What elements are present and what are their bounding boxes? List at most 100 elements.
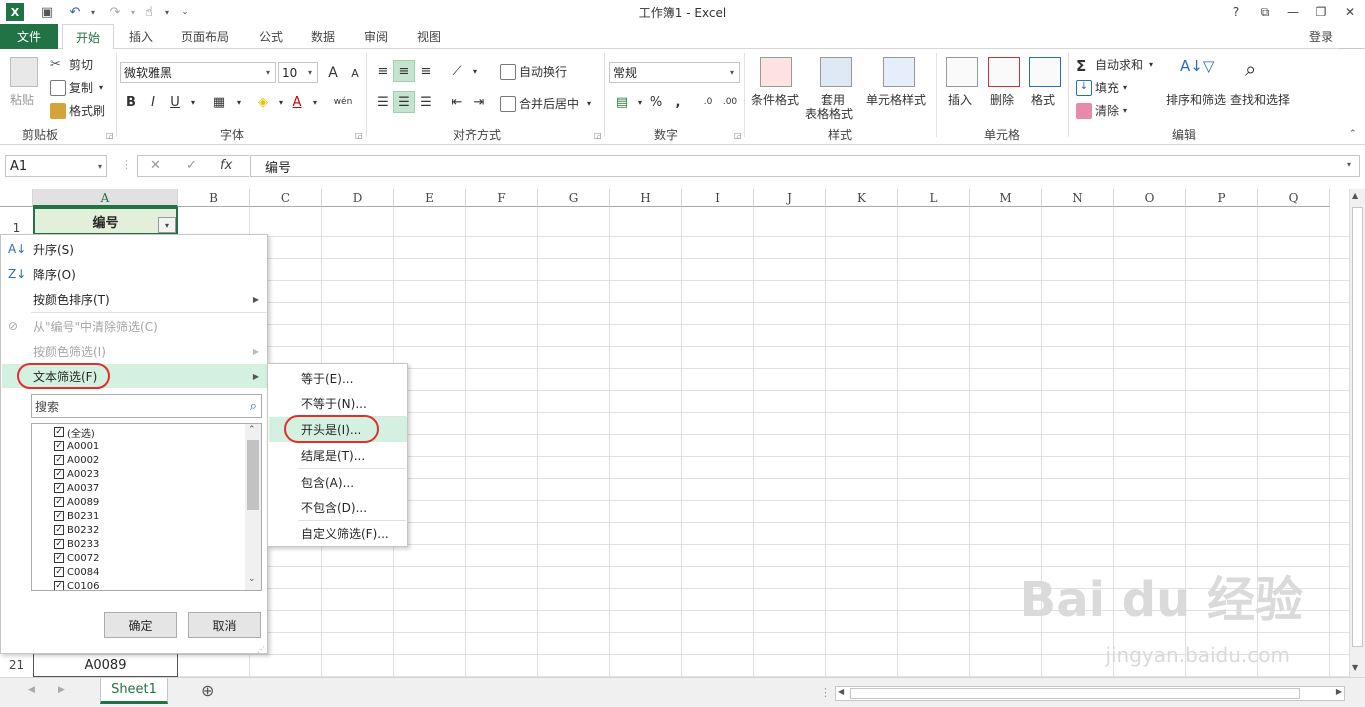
cell-styles-icon[interactable] — [883, 57, 915, 87]
prev-sheet-icon[interactable]: ◀ — [28, 685, 35, 695]
save-icon[interactable]: ▣ — [38, 3, 56, 21]
column-header-g[interactable]: G — [538, 189, 610, 207]
checkbox-checked-icon[interactable]: ✓ — [54, 553, 64, 563]
column-header-n[interactable]: N — [1042, 189, 1114, 207]
delete-cells-icon[interactable] — [988, 57, 1020, 87]
font-color-dropdown-icon[interactable]: ▾ — [304, 91, 326, 113]
cell-a21[interactable]: A0089 — [33, 653, 178, 677]
align-middle-icon[interactable]: ≡ — [393, 60, 415, 82]
column-header-q[interactable]: Q — [1258, 189, 1330, 207]
checkbox-checked-icon[interactable]: ✓ — [54, 427, 64, 437]
tab-data[interactable]: 数据 — [300, 24, 346, 49]
tab-home[interactable]: 开始 — [62, 24, 114, 50]
sort-descending-item[interactable]: Z↓ 降序(O) — [2, 262, 267, 286]
align-bottom-icon[interactable]: ≡ — [415, 60, 437, 82]
tab-formulas[interactable]: 公式 — [248, 24, 294, 49]
sheet-tab-sheet1[interactable]: Sheet1 — [100, 678, 168, 704]
cancel-entry-icon[interactable]: ✕ — [150, 158, 161, 173]
list-scrollbar[interactable]: ⌃ ⌄ — [245, 424, 261, 590]
select-all-corner[interactable] — [0, 189, 33, 207]
cell-a1[interactable]: 编号 — [33, 207, 178, 235]
restore-button[interactable]: ❐ — [1307, 2, 1335, 22]
undo-icon[interactable]: ↶ — [66, 3, 84, 21]
more-options-icon[interactable]: ⋮ — [121, 158, 132, 171]
filter-list-item[interactable]: ✓ A0089 — [54, 495, 99, 509]
align-right-icon[interactable]: ☰ — [415, 91, 437, 113]
cell-styles-button[interactable]: 单元格样式 — [866, 91, 926, 108]
contains-item[interactable]: 包含(A)... — [269, 470, 407, 495]
undo-dropdown-icon[interactable]: ▾ — [84, 3, 102, 21]
filter-list-item[interactable]: ✓ C0084 — [54, 565, 99, 579]
percent-button[interactable]: % — [645, 91, 667, 113]
scroll-left-icon[interactable]: ◀ — [838, 687, 844, 696]
column-header-c[interactable]: C — [250, 189, 322, 207]
insert-cells-button[interactable]: 插入 — [948, 91, 972, 108]
find-select-button[interactable]: 查找和选择 — [1230, 91, 1290, 108]
ok-button[interactable]: 确定 — [104, 612, 177, 638]
column-header-f[interactable]: F — [466, 189, 538, 207]
ribbon-display-button[interactable]: ⧉ — [1251, 2, 1279, 22]
clipboard-launcher-icon[interactable]: ◲ — [106, 131, 114, 140]
filter-by-color-item[interactable]: 按颜色筛选(I) ▶ — [2, 339, 267, 363]
wrap-text-button[interactable]: 自动换行 — [500, 63, 567, 80]
filter-list-item[interactable]: ✓ B0231 — [54, 509, 99, 523]
clear-filter-item[interactable]: ⊘ 从"编号"中清除筛选(C) — [2, 314, 267, 338]
filter-list-item[interactable]: ✓ B0233 — [54, 537, 99, 551]
checkbox-checked-icon[interactable]: ✓ — [54, 441, 64, 451]
merge-center-button[interactable]: 合并后居中 ▾ — [500, 95, 591, 112]
tab-file[interactable]: 文件 — [0, 24, 58, 49]
underline-dropdown-icon[interactable]: ▾ — [182, 91, 204, 113]
phonetic-button[interactable]: wén — [330, 91, 356, 113]
column-header-d[interactable]: D — [322, 189, 394, 207]
expand-formula-icon[interactable]: ▾ — [1347, 160, 1351, 169]
column-header-b[interactable]: B — [178, 189, 250, 207]
sort-ascending-item[interactable]: A↓ 升序(S) — [2, 237, 267, 261]
checkbox-checked-icon[interactable]: ✓ — [54, 539, 64, 549]
checkbox-checked-icon[interactable]: ✓ — [54, 511, 64, 521]
format-as-table-icon[interactable] — [820, 57, 852, 87]
format-cells-icon[interactable] — [1029, 57, 1061, 87]
paste-icon[interactable] — [10, 57, 38, 87]
tab-review[interactable]: 审阅 — [353, 24, 399, 49]
help-button[interactable]: ? — [1222, 2, 1250, 22]
checkbox-checked-icon[interactable]: ✓ — [54, 581, 64, 590]
increase-decimal-icon[interactable]: .0 — [697, 91, 719, 113]
column-header-h[interactable]: H — [610, 189, 682, 207]
font-launcher-icon[interactable]: ◲ — [355, 131, 363, 140]
list-scroll-thumb[interactable] — [247, 440, 259, 510]
cut-button[interactable]: ✂ 剪切 — [50, 56, 93, 73]
touch-mode-icon[interactable]: ☝ — [140, 3, 158, 21]
filter-list-item[interactable]: ✓ (全选) — [54, 425, 95, 440]
checkbox-checked-icon[interactable]: ✓ — [54, 455, 64, 465]
column-header-i[interactable]: I — [682, 189, 754, 207]
row-header-21[interactable]: 21 — [0, 658, 33, 672]
sort-filter-button[interactable]: 排序和筛选 — [1166, 91, 1226, 108]
scroll-up-icon[interactable]: ▲ — [1352, 191, 1358, 200]
alignment-launcher-icon[interactable]: ◲ — [594, 131, 602, 140]
delete-cells-button[interactable]: 删除 — [990, 91, 1014, 108]
decrease-decimal-icon[interactable]: .00 — [719, 91, 741, 113]
filter-list-item[interactable]: ✓ C0106 — [54, 579, 99, 590]
conditional-format-button[interactable]: 条件格式 — [751, 91, 799, 108]
align-center-icon[interactable]: ☰ — [393, 91, 415, 113]
grow-font-button[interactable]: A — [322, 62, 344, 84]
borders-dropdown-icon[interactable]: ▾ — [228, 91, 250, 113]
not-equals-item[interactable]: 不等于(N)... — [269, 391, 407, 416]
insert-function-icon[interactable]: fx — [220, 158, 232, 173]
next-sheet-icon[interactable]: ▶ — [58, 685, 65, 695]
borders-icon[interactable]: ▦ — [208, 91, 230, 113]
horizontal-scrollbar[interactable]: ◀ ▶ — [835, 686, 1345, 701]
checkbox-checked-icon[interactable]: ✓ — [54, 525, 64, 535]
number-launcher-icon[interactable]: ◲ — [734, 131, 742, 140]
login-link[interactable]: 登录 — [1309, 28, 1333, 45]
confirm-entry-icon[interactable]: ✓ — [186, 158, 197, 173]
comma-button[interactable]: , — [667, 91, 689, 113]
filter-list-item[interactable]: ✓ A0023 — [54, 467, 99, 481]
insert-cells-icon[interactable] — [946, 57, 978, 87]
checkbox-checked-icon[interactable]: ✓ — [54, 483, 64, 493]
format-painter-button[interactable]: 格式刷 — [50, 102, 105, 119]
decrease-indent-icon[interactable]: ⇤ — [446, 91, 468, 113]
scroll-up-icon[interactable]: ⌃ — [248, 425, 256, 435]
redo-icon[interactable]: ↷ — [106, 3, 124, 21]
align-top-icon[interactable]: ≡ — [372, 60, 394, 82]
